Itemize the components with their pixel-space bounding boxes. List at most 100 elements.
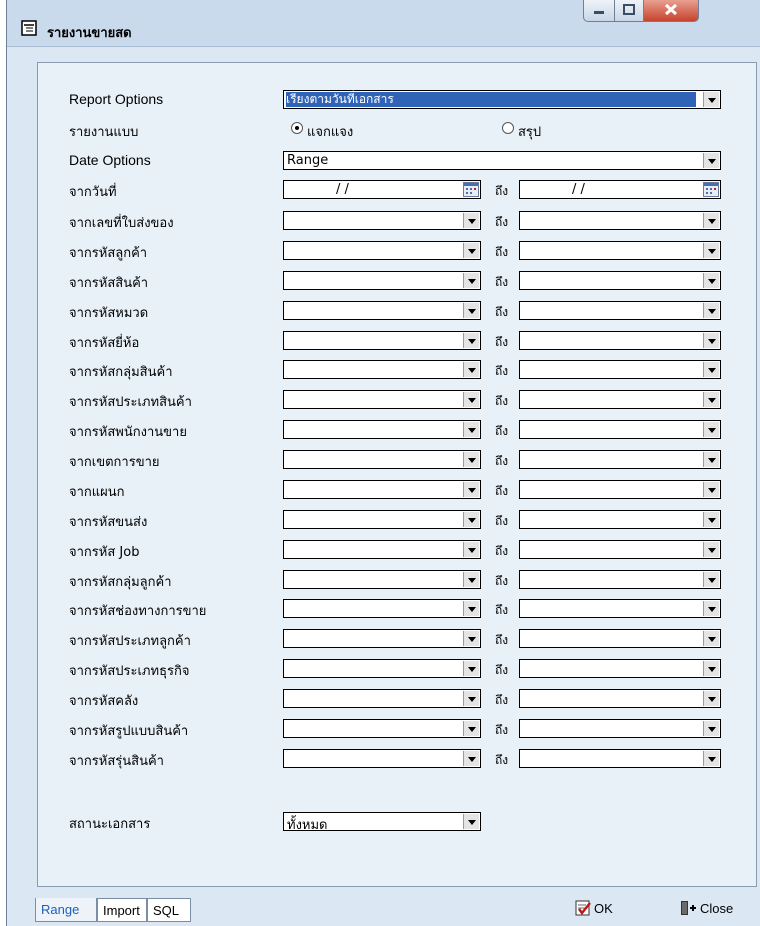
chevron-down-icon[interactable]	[703, 362, 719, 377]
minimize-button[interactable]	[583, 0, 615, 22]
range-to-select[interactable]	[519, 629, 721, 648]
tab-sql[interactable]: SQL	[147, 898, 191, 922]
radio-detail[interactable]	[291, 122, 303, 134]
date-options-select[interactable]: Range	[283, 151, 721, 170]
chevron-down-icon[interactable]	[703, 721, 719, 736]
chevron-down-icon[interactable]	[463, 721, 479, 736]
date-options-label: Date Options	[69, 152, 151, 168]
range-to-select[interactable]	[519, 360, 721, 379]
chevron-down-icon[interactable]	[463, 273, 479, 288]
range-to-select[interactable]	[519, 570, 721, 589]
range-from-select[interactable]	[283, 719, 481, 738]
range-from-select[interactable]	[283, 420, 481, 439]
chevron-down-icon[interactable]	[463, 362, 479, 377]
range-from-select[interactable]	[283, 480, 481, 499]
chevron-down-icon[interactable]	[703, 92, 719, 107]
chevron-down-icon[interactable]	[463, 542, 479, 557]
range-to-select[interactable]	[519, 331, 721, 350]
chevron-down-icon[interactable]	[703, 751, 719, 766]
chevron-down-icon[interactable]	[463, 512, 479, 527]
range-label: จากแผนก	[69, 485, 125, 500]
tab-import[interactable]: Import	[97, 898, 147, 922]
date-from-field[interactable]: / /	[283, 180, 481, 199]
chevron-down-icon[interactable]	[463, 572, 479, 587]
range-from-select[interactable]	[283, 689, 481, 708]
range-to-select[interactable]	[519, 749, 721, 768]
range-to-select[interactable]	[519, 719, 721, 738]
chevron-down-icon[interactable]	[463, 333, 479, 348]
calendar-icon[interactable]	[463, 182, 479, 197]
doc-status-select[interactable]: ทั้งหมด	[283, 812, 481, 833]
range-to-select[interactable]	[519, 689, 721, 708]
title-bar: รายงานขายสด	[7, 0, 760, 47]
chevron-down-icon[interactable]	[463, 303, 479, 318]
range-from-select[interactable]	[283, 241, 481, 260]
chevron-down-icon[interactable]	[463, 452, 479, 467]
chevron-down-icon[interactable]	[703, 691, 719, 706]
chevron-down-icon[interactable]	[463, 601, 479, 616]
range-to-select[interactable]	[519, 211, 721, 230]
range-from-select[interactable]	[283, 331, 481, 350]
range-from-select[interactable]	[283, 510, 481, 529]
range-from-select[interactable]	[283, 390, 481, 409]
ok-button[interactable]: OK	[575, 900, 613, 916]
chevron-down-icon[interactable]	[703, 542, 719, 557]
chevron-down-icon[interactable]	[703, 213, 719, 228]
chevron-down-icon[interactable]	[463, 482, 479, 497]
chevron-down-icon[interactable]	[463, 661, 479, 676]
range-from-select[interactable]	[283, 540, 481, 559]
close-button[interactable]: Close	[679, 900, 733, 916]
range-from-select[interactable]	[283, 271, 481, 290]
range-to-select[interactable]	[519, 301, 721, 320]
report-options-select[interactable]: เรียงตามวันที่เอกสาร	[283, 90, 721, 109]
chevron-down-icon[interactable]	[703, 452, 719, 467]
chevron-down-icon[interactable]	[703, 422, 719, 437]
range-to-select[interactable]	[519, 659, 721, 678]
chevron-down-icon[interactable]	[463, 392, 479, 407]
chevron-down-icon[interactable]	[703, 273, 719, 288]
range-to-select[interactable]	[519, 271, 721, 290]
range-to-select[interactable]	[519, 540, 721, 559]
date-to-field[interactable]: / /	[519, 180, 721, 199]
chevron-down-icon[interactable]	[703, 512, 719, 527]
close-window-button[interactable]	[643, 0, 699, 22]
chevron-down-icon[interactable]	[703, 601, 719, 616]
range-to-select[interactable]	[519, 241, 721, 260]
chevron-down-icon[interactable]	[463, 243, 479, 258]
chevron-down-icon[interactable]	[703, 482, 719, 497]
chevron-down-icon[interactable]	[463, 751, 479, 766]
chevron-down-icon[interactable]	[463, 213, 479, 228]
chevron-down-icon[interactable]	[463, 691, 479, 706]
chevron-down-icon[interactable]	[703, 631, 719, 646]
chevron-down-icon[interactable]	[703, 153, 719, 168]
tab-range[interactable]: Range	[35, 898, 97, 922]
calendar-icon[interactable]	[703, 182, 719, 197]
chevron-down-icon[interactable]	[463, 814, 479, 829]
range-from-select[interactable]	[283, 211, 481, 230]
chevron-down-icon[interactable]	[703, 661, 719, 676]
range-from-select[interactable]	[283, 301, 481, 320]
range-label: จากรหัสประเภทสินค้า	[69, 395, 192, 410]
range-from-select[interactable]	[283, 659, 481, 678]
range-to-select[interactable]	[519, 599, 721, 618]
range-from-select[interactable]	[283, 749, 481, 768]
range-to-select[interactable]	[519, 480, 721, 499]
chevron-down-icon[interactable]	[463, 631, 479, 646]
range-from-select[interactable]	[283, 629, 481, 648]
range-to-select[interactable]	[519, 420, 721, 439]
chevron-down-icon[interactable]	[703, 303, 719, 318]
chevron-down-icon[interactable]	[703, 392, 719, 407]
range-from-select[interactable]	[283, 570, 481, 589]
range-to-select[interactable]	[519, 450, 721, 469]
chevron-down-icon[interactable]	[703, 572, 719, 587]
range-to-select[interactable]	[519, 510, 721, 529]
radio-summary[interactable]	[502, 122, 514, 134]
range-from-select[interactable]	[283, 360, 481, 379]
chevron-down-icon[interactable]	[703, 243, 719, 258]
range-from-select[interactable]	[283, 450, 481, 469]
range-to-select[interactable]	[519, 390, 721, 409]
chevron-down-icon[interactable]	[703, 333, 719, 348]
maximize-button[interactable]	[614, 0, 644, 22]
chevron-down-icon[interactable]	[463, 422, 479, 437]
range-from-select[interactable]	[283, 599, 481, 618]
